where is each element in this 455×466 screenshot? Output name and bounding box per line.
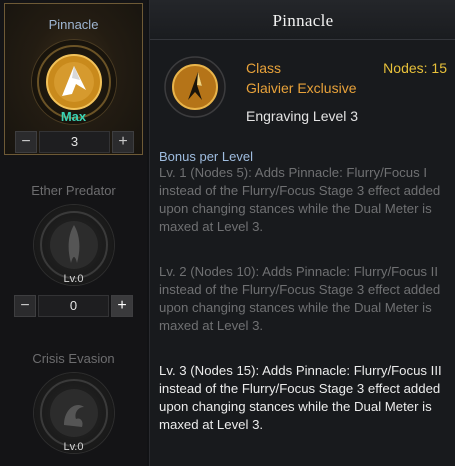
bonus-level-1: Lv. 1 (Nodes 5): Adds Pinnacle: Flurry/F… bbox=[159, 165, 441, 234]
bonus-level-3: Lv. 3 (Nodes 15): Adds Pinnacle: Flurry/… bbox=[159, 363, 442, 432]
level-value[interactable]: 3 bbox=[39, 131, 110, 153]
class-restriction: Glaivier Exclusive bbox=[246, 80, 357, 96]
pinnacle-detail-icon bbox=[164, 56, 226, 118]
level-value[interactable]: 0 bbox=[38, 295, 109, 317]
decrease-button[interactable]: − bbox=[14, 295, 36, 317]
engraving-name: Ether Predator bbox=[31, 183, 116, 198]
nodes-count: Nodes: 15 bbox=[383, 60, 447, 76]
engraving-level: Lv.0 bbox=[63, 441, 84, 453]
level-stepper: − 0 + bbox=[14, 295, 133, 317]
bonus-level-2: Lv. 2 (Nodes 10): Adds Pinnacle: Flurry/… bbox=[159, 264, 441, 333]
panel-header: Pinnacle bbox=[150, 0, 455, 40]
panel-title: Pinnacle bbox=[272, 11, 334, 30]
increase-button[interactable]: + bbox=[111, 295, 133, 317]
bonus-heading: Bonus per Level bbox=[159, 149, 253, 164]
engraving-card-crisis-evasion[interactable]: Crisis Evasion Lv.0 bbox=[4, 344, 143, 466]
engraving-category: Class bbox=[246, 60, 282, 76]
engraving-name: Crisis Evasion bbox=[32, 351, 115, 366]
engraving-list: Pinnacle Max − 3 + Ether Predator Lv.0 −… bbox=[0, 0, 147, 466]
engraving-level: Lv.0 bbox=[63, 273, 84, 285]
engraving-status-max: Max bbox=[60, 109, 87, 124]
engraving-card-ether-predator[interactable]: Ether Predator Lv.0 − 0 + bbox=[4, 176, 143, 324]
engraving-level-text: Engraving Level 3 bbox=[246, 108, 359, 124]
engraving-detail-panel: Pinnacle Class Nodes: 15 Glaivier Exclus… bbox=[149, 0, 455, 466]
decrease-button[interactable]: − bbox=[15, 131, 37, 153]
level-stepper: − 3 + bbox=[15, 131, 134, 153]
increase-button[interactable]: + bbox=[112, 131, 134, 153]
engraving-card-pinnacle[interactable]: Pinnacle Max − 3 + bbox=[4, 3, 143, 155]
engraving-name: Pinnacle bbox=[48, 17, 99, 32]
